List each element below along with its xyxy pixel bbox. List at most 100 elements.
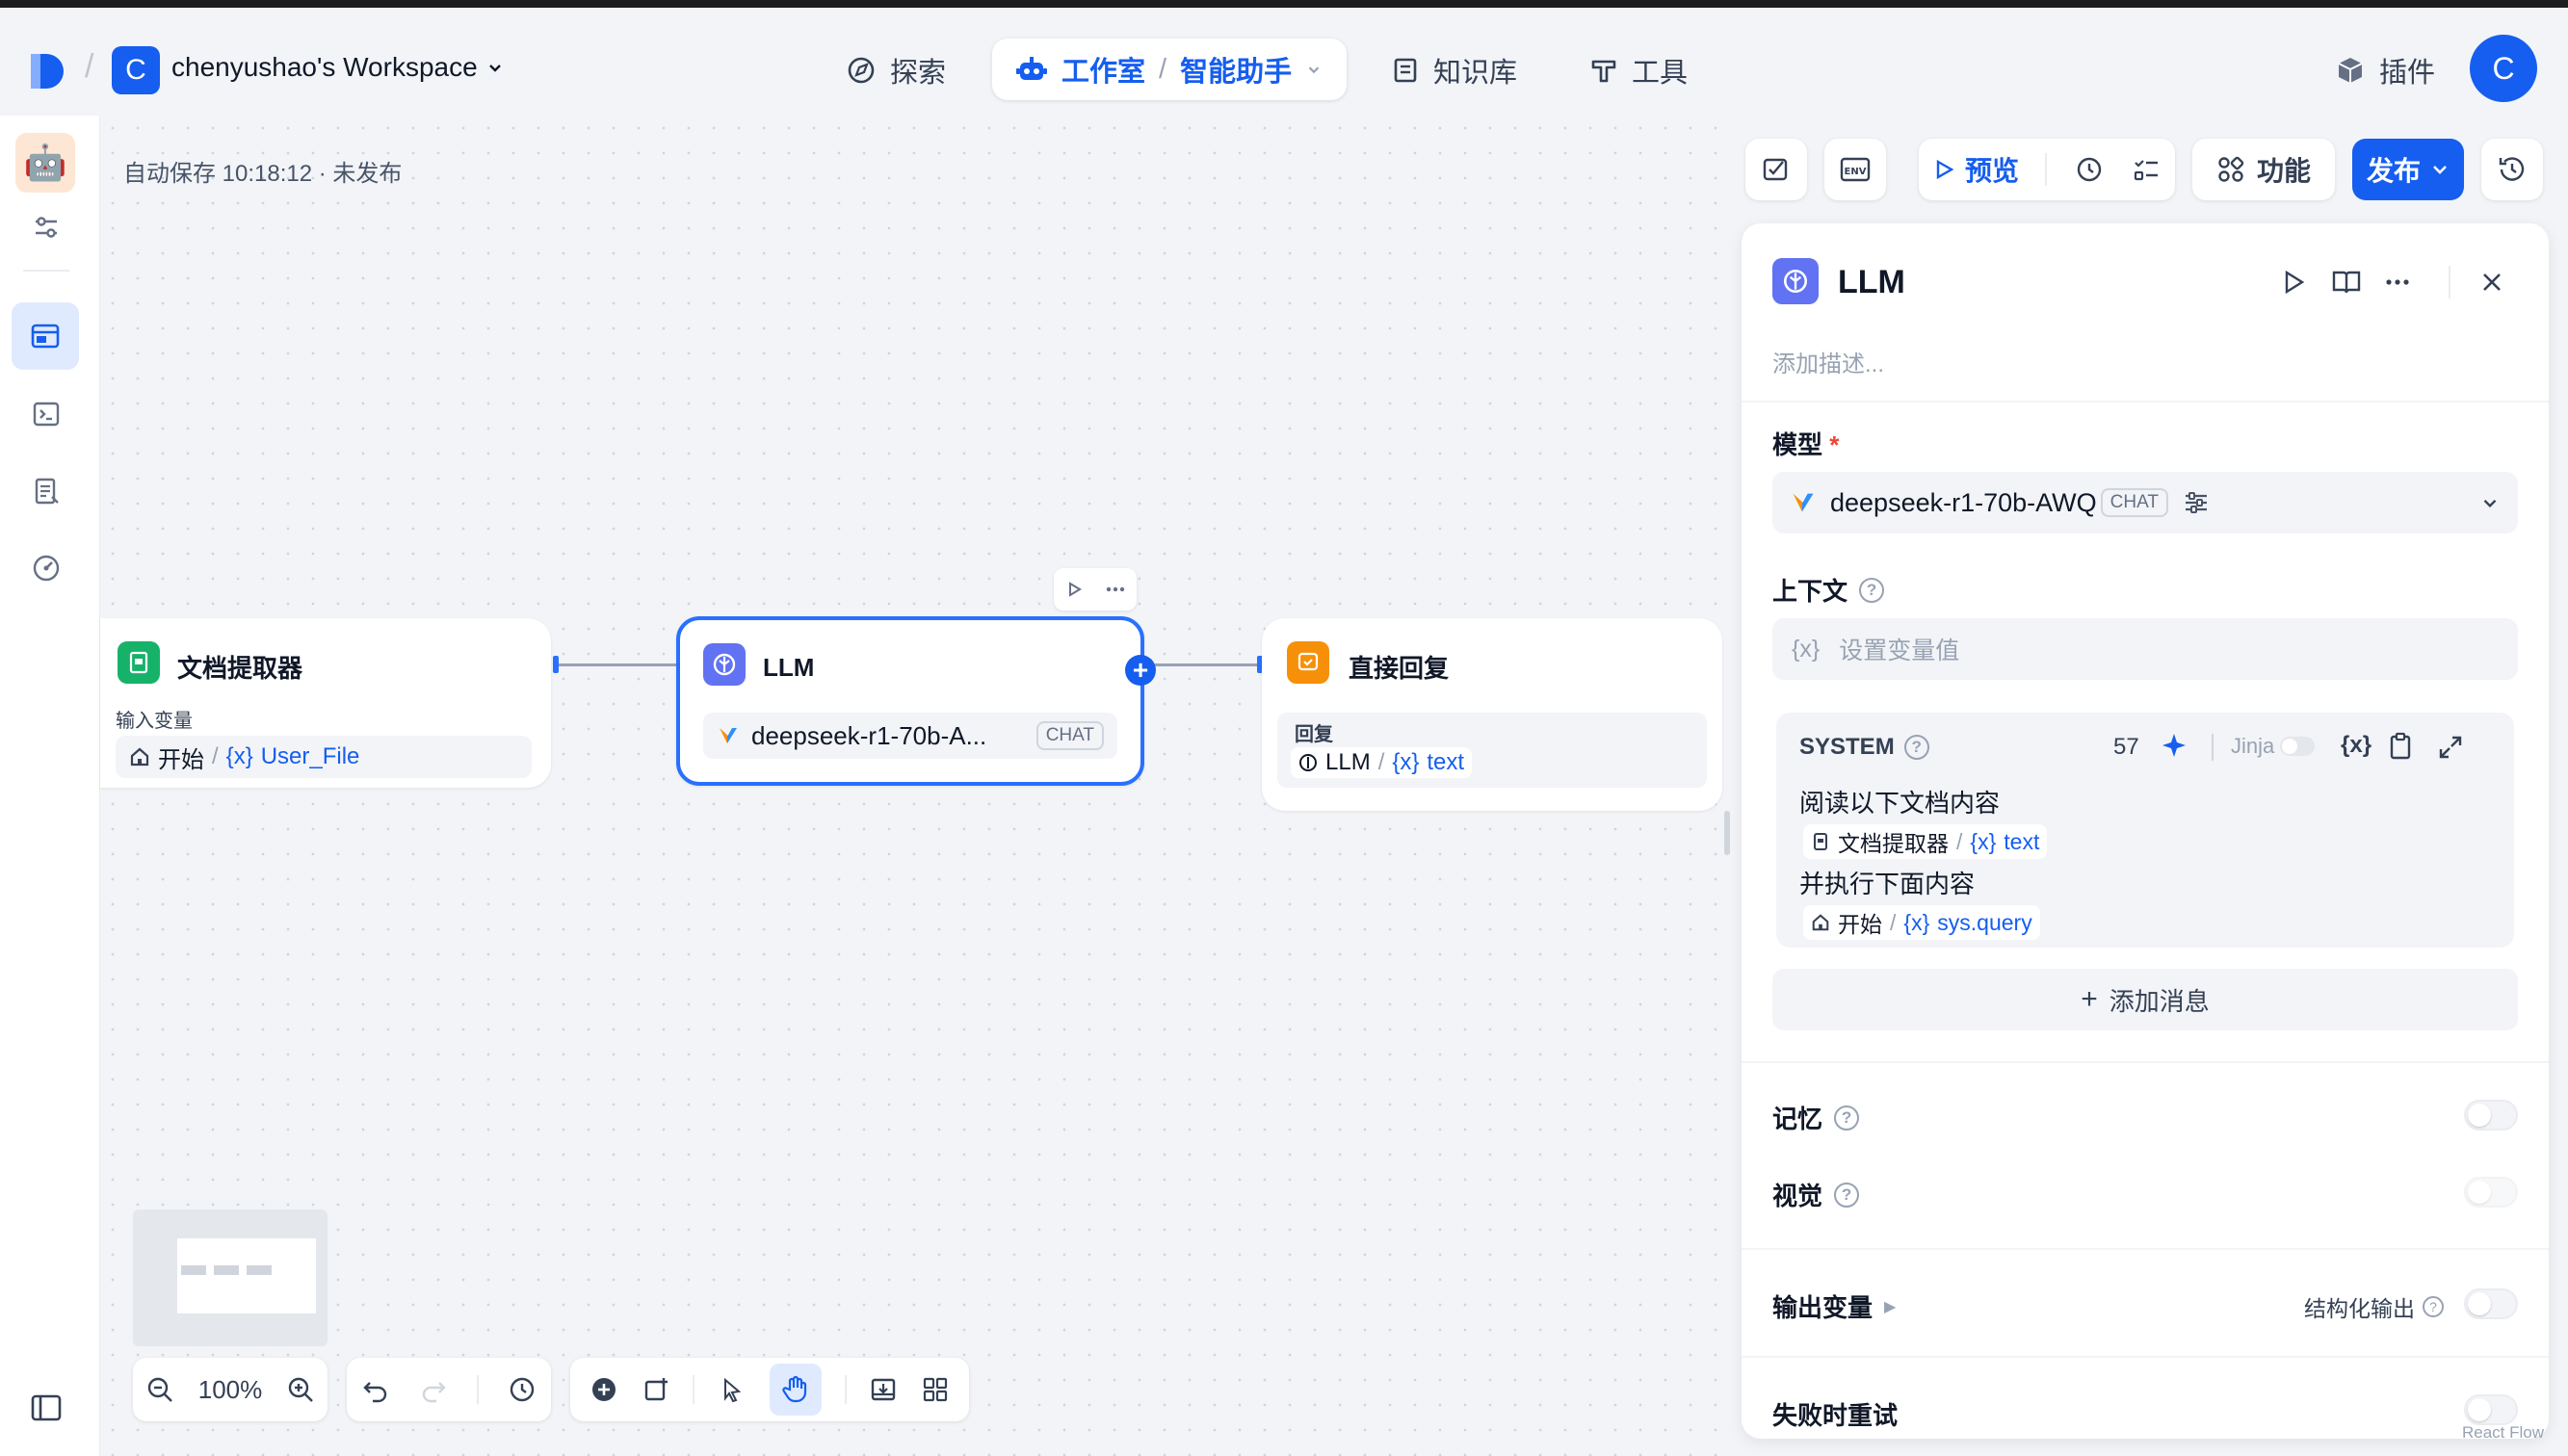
nav-studio[interactable]: 工作室 / 智能助手 [992,39,1347,100]
edge-llm-reply[interactable] [1150,663,1260,666]
context-placeholder: 设置变量值 [1839,637,1960,664]
edge-extractor-llm[interactable] [557,663,676,666]
jinja-toggle[interactable]: Jinja [2231,734,2316,759]
model-chip: deepseek-r1-70b-A... CHAT [703,713,1117,759]
vision-toggle[interactable] [2464,1177,2518,1208]
auto-layout-icon[interactable] [921,1375,950,1404]
zoom-out-icon[interactable] [145,1375,174,1404]
jinja-switch[interactable] [2280,737,2316,756]
panel-resize-handle[interactable] [1724,811,1730,855]
add-note-icon[interactable] [642,1375,670,1404]
nav-explore[interactable]: 探索 [846,44,946,96]
run-actions: 预览 [1919,139,2175,200]
node-document-extractor[interactable]: 文档提取器 输入变量 开始 / {x} User_File [100,618,551,788]
hand-tool-button[interactable] [769,1364,822,1416]
export-image-icon[interactable] [869,1375,898,1404]
run-history-icon[interactable] [2074,154,2105,185]
help-icon[interactable]: ? [2423,1296,2444,1317]
retry-toggle[interactable] [2464,1394,2518,1425]
output-variables-toggle[interactable]: 输出变量 ▶ [1772,1288,1896,1324]
prompt-variable-chip[interactable]: 开始 / {x} sys.query [1803,905,2040,940]
checklist-icon[interactable] [2131,154,2162,185]
memory-toggle[interactable] [2464,1100,2518,1131]
sparkle-icon[interactable] [2160,732,2188,761]
nav-knowledge[interactable]: 知识库 [1391,44,1517,96]
help-icon[interactable]: ? [1859,577,1885,603]
node-settings-panel: LLM 添加描述... 模型 * deepseek-r1-70b-AWQ CHA… [1742,223,2549,1439]
undo-icon[interactable] [361,1375,390,1404]
model-selector[interactable]: deepseek-r1-70b-AWQ CHAT [1772,472,2518,533]
dify-logo[interactable] [27,50,66,91]
nav-tools[interactable]: 工具 [1589,44,1688,96]
model-label: 模型 * [1772,426,1839,461]
features-button[interactable]: 功能 [2192,139,2335,200]
cube-icon [2338,58,2363,83]
terminal-icon[interactable] [23,391,69,437]
structured-output-toggle[interactable] [2464,1288,2518,1319]
node-output-handle[interactable] [553,656,559,673]
play-icon[interactable] [1064,580,1084,599]
header-divider [2449,266,2450,299]
add-message-button[interactable]: + 添加消息 [1772,969,2518,1030]
expand-icon[interactable] [2437,734,2464,761]
llm-icon [703,643,746,686]
history-controls [347,1358,551,1421]
help-icon[interactable]: ? [1834,1105,1860,1131]
panel-divider [1742,1248,2549,1250]
avatar[interactable]: C [2470,35,2537,102]
panel-title[interactable]: LLM [1838,264,1905,301]
env-button[interactable]: ENV [1824,139,1886,200]
model-label-text: 模型 [1772,430,1823,459]
workspace-switcher[interactable]: chenyushao's Workspace [171,52,505,83]
node-llm[interactable]: LLM deepseek-r1-70b-A... CHAT + [676,616,1156,786]
close-icon[interactable] [2479,270,2504,295]
version-history-button[interactable] [2481,139,2543,200]
zoom-in-icon[interactable] [286,1375,315,1404]
sidebar-collapse-icon[interactable] [23,1385,69,1431]
memory-label-text: 记忆 [1772,1105,1823,1133]
model-settings-icon[interactable] [2182,488,2211,517]
sidebar-item-orchestrate[interactable] [12,302,79,370]
preview-button[interactable]: 预览 [1932,150,2019,189]
redo-icon[interactable] [419,1375,448,1404]
add-node-icon[interactable]: + [1125,655,1156,686]
reply-variable-chip: LLM / {x} text [1291,747,1473,778]
sliders-icon[interactable] [23,204,69,250]
vision-label-text: 视觉 [1772,1182,1823,1210]
toolbar-divider [693,1375,695,1404]
plugins-button[interactable]: 插件 [2335,44,2435,96]
retry-label: 失败时重试 [1772,1401,1899,1430]
window-icon [31,324,60,349]
variable-source: 文档提取器 [1838,831,1949,856]
context-label: 上下文 ? [1772,572,1885,608]
minimap[interactable] [133,1209,328,1346]
zoom-level[interactable]: 100% [198,1375,263,1405]
variable-name: text [1427,749,1465,775]
more-icon[interactable] [2383,270,2412,295]
pointer-icon[interactable] [718,1375,747,1404]
history-icon[interactable] [508,1375,537,1404]
monitor-icon[interactable] [23,545,69,591]
add-node-icon[interactable] [590,1375,618,1404]
more-icon[interactable] [1104,580,1127,599]
run-node-icon[interactable] [2279,268,2308,297]
prompt-variable-chip[interactable]: 文档提取器 / {x} text [1803,824,2048,859]
checklist-button[interactable] [1745,139,1807,200]
variable-source: 开始 [158,746,204,773]
docs-icon[interactable] [2331,268,2362,297]
nav-app-label[interactable]: 智能助手 [1180,49,1292,90]
node-direct-reply[interactable]: 直接回复 回复 LLM / {x} text [1262,618,1722,811]
context-variable-input[interactable]: {x} 设置变量值 [1772,618,2518,680]
logs-icon[interactable] [23,468,69,514]
help-icon[interactable]: ? [1834,1182,1860,1208]
chevron-down-icon[interactable] [1305,61,1323,78]
input-variable-label: 输入变量 [116,711,193,732]
copy-icon[interactable] [2387,732,2414,761]
help-icon[interactable]: ? [1903,735,1929,760]
app-icon[interactable]: 🤖 [15,133,75,193]
left-sidebar: 🤖 [0,116,100,1456]
description-input[interactable]: 添加描述... [1772,345,1884,378]
insert-variable-icon[interactable]: {x} [2341,732,2371,759]
system-prompt-editor[interactable]: SYSTEM ? 57 Jinja {x} 阅读以下文档内容 文档提取器 / {… [1776,713,2514,948]
publish-button[interactable]: 发布 [2352,139,2464,200]
